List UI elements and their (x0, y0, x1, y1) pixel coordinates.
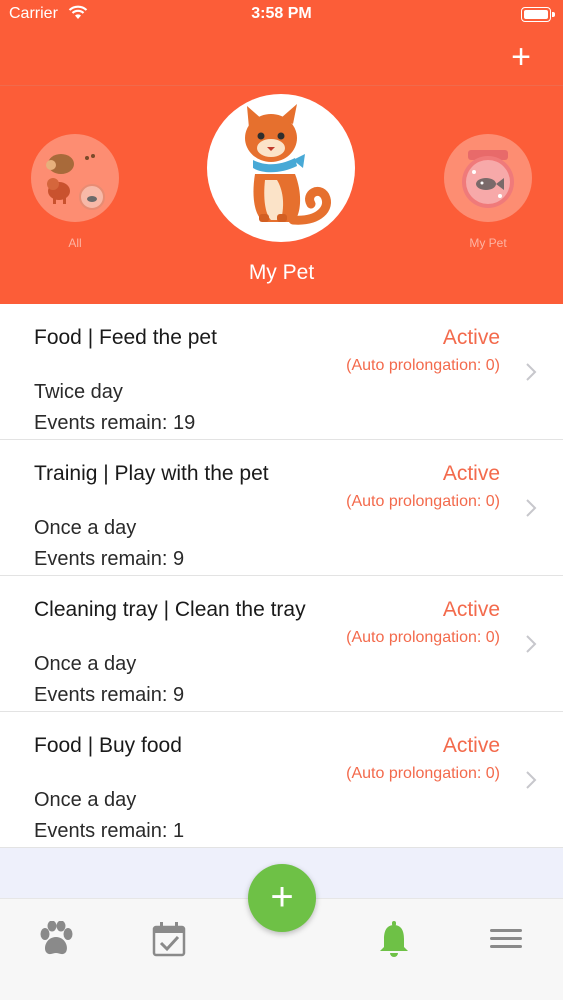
chevron-right-icon (526, 771, 537, 789)
selected-pet-avatar[interactable] (207, 94, 355, 242)
task-frequency: Once a day (34, 789, 137, 811)
add-pet-button[interactable]: + (511, 40, 531, 74)
task-prolongation: (Auto prolongation: 0) (346, 629, 500, 646)
task-remaining: Events remain: 19 (34, 412, 196, 434)
fishbowl-icon (462, 150, 514, 208)
task-remaining: Events remain: 9 (34, 684, 185, 706)
tab-calendar[interactable] (151, 921, 187, 962)
task-prolongation: (Auto prolongation: 0) (346, 493, 500, 510)
calendar-check-icon (152, 922, 186, 957)
bell-icon (380, 921, 408, 957)
chevron-right-icon (526, 363, 537, 381)
battery-icon (521, 7, 555, 22)
chevron-right-icon (526, 635, 537, 653)
task-remaining: Events remain: 1 (34, 820, 185, 842)
tab-menu[interactable] (490, 921, 522, 962)
chevron-right-icon (526, 499, 537, 517)
task-remaining: Events remain: 9 (34, 548, 185, 570)
task-status: Active (442, 734, 500, 757)
task-status: Active (442, 462, 500, 485)
task-row[interactable]: Trainig | Play with the pet Active (Auto… (0, 440, 563, 576)
add-task-button[interactable]: + (248, 864, 316, 932)
task-frequency: Once a day (34, 653, 137, 675)
tab-notifications[interactable] (378, 921, 410, 962)
paw-icon (40, 920, 73, 955)
task-list: Food | Feed the pet Active (Auto prolong… (0, 304, 563, 848)
other-pet-label: My Pet (469, 236, 507, 250)
tab-pets[interactable] (37, 920, 75, 962)
menu-icon (490, 929, 522, 948)
task-title: Food | Buy food (34, 734, 182, 757)
task-status: Active (442, 598, 500, 621)
nav-bar: + (0, 30, 563, 86)
task-frequency: Twice day (34, 381, 123, 403)
task-frequency: Once a day (34, 517, 137, 539)
task-status: Active (442, 326, 500, 349)
status-bar: Carrier 3:58 PM (0, 0, 563, 30)
clock: 3:58 PM (251, 5, 312, 22)
task-prolongation: (Auto prolongation: 0) (346, 765, 500, 782)
all-pets-label: All (68, 236, 82, 250)
task-row[interactable]: Food | Feed the pet Active (Auto prolong… (0, 304, 563, 440)
task-title: Trainig | Play with the pet (34, 462, 269, 485)
selected-pet-name: My Pet (248, 261, 315, 284)
task-prolongation: (Auto prolongation: 0) (346, 357, 500, 374)
pet-selector: All My Pet My Pet (0, 86, 563, 304)
task-title: Cleaning tray | Clean the tray (34, 598, 306, 621)
other-pet-avatar[interactable] (444, 134, 532, 222)
all-pets-avatar[interactable] (31, 134, 119, 222)
task-row[interactable]: Food | Buy food Active (Auto prolongatio… (0, 712, 563, 848)
cat-icon (245, 104, 331, 225)
task-row[interactable]: Cleaning tray | Clean the tray Active (A… (0, 576, 563, 712)
pets-group-icon (46, 154, 105, 210)
task-title: Food | Feed the pet (34, 326, 217, 349)
